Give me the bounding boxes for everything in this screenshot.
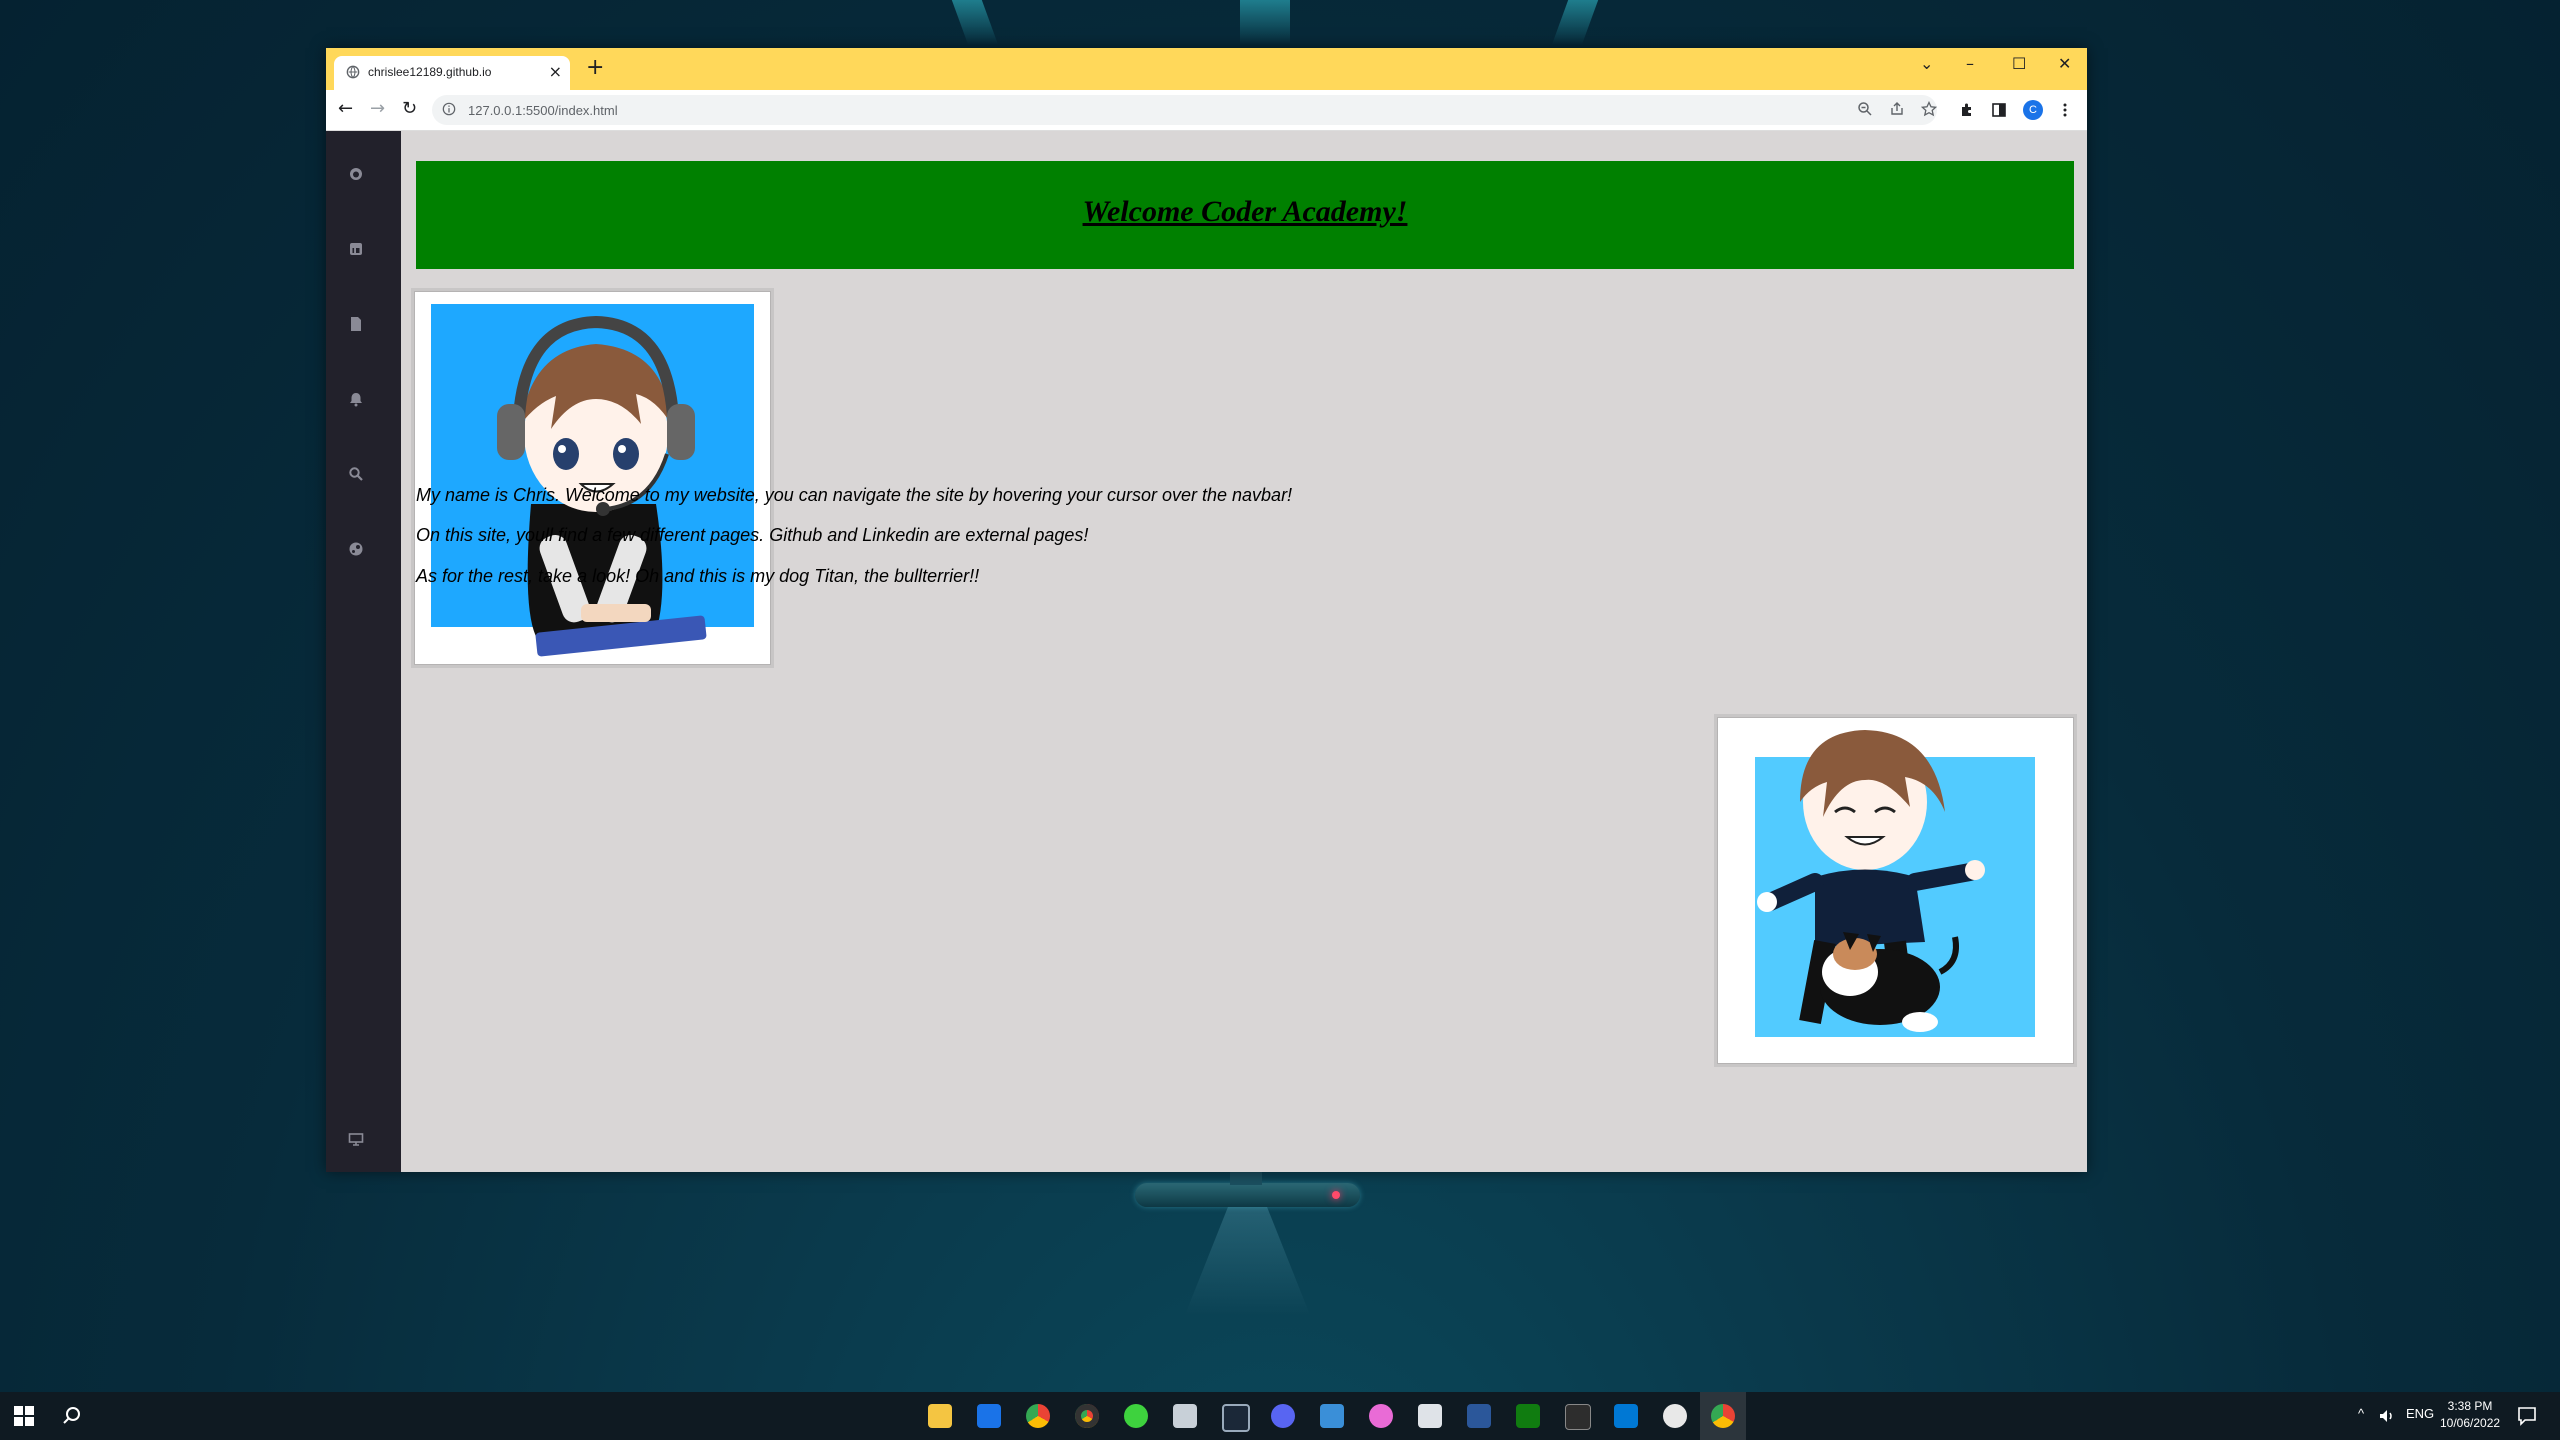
wallpaper-submarine-light [1185,1205,1310,1315]
url-text[interactable]: 127.0.0.1:5500/index.html [468,103,618,118]
tab-title: chrislee12189.github.io [368,65,492,79]
wallpaper-beam [951,0,999,45]
language-indicator[interactable]: ENG [2406,1406,2434,1421]
steam-taskbar-icon[interactable] [1222,1404,1250,1432]
pages-paragraph: On this site, youll find a few different… [416,525,1089,545]
intro-paragraph: My name is Chris. Welcome to my website,… [416,485,1293,505]
forward-button[interactable]: → [370,98,385,119]
mail-icon[interactable] [977,1404,1001,1428]
emoji-app-icon[interactable] [1663,1404,1687,1428]
xbox-app-icon[interactable] [1124,1404,1148,1428]
close-window-button[interactable]: ✕ [2058,54,2071,73]
extensions-icon[interactable] [1959,102,1975,118]
clock-time: 3:38 PM [2447,1399,2493,1413]
github-icon[interactable] [348,166,364,182]
info-icon[interactable] [442,102,456,116]
document-icon[interactable] [348,316,364,332]
bell-icon[interactable] [348,391,364,407]
wallpaper-beam [1551,0,1599,45]
vscode-icon[interactable] [1614,1404,1638,1428]
chrome-icon[interactable] [1026,1404,1050,1428]
word-icon[interactable] [1467,1404,1491,1428]
avatar-gamer-image [414,291,771,665]
search-icon[interactable] [348,466,364,482]
windows-start-icon[interactable] [14,1406,34,1426]
clock-date: 10/06/2022 [2440,1416,2501,1430]
browser-tab[interactable]: chrislee12189.github.io × [334,56,570,90]
system-clock[interactable]: 3:38 PM 10/06/2022 [2440,1398,2500,1432]
dog-paragraph: As for the rest, take a look! Oh and thi… [416,566,980,586]
welcome-banner: Welcome Coder Academy! [416,161,2074,269]
new-tab-button[interactable]: + [586,56,604,80]
cartoon-gamer-illustration [497,315,707,657]
volume-icon[interactable] [2378,1407,2396,1425]
taskbar-search-icon[interactable] [62,1406,82,1426]
reload-button[interactable]: ↻ [402,98,417,119]
wallpaper-beam [1240,0,1290,45]
globe-icon [346,65,360,79]
zoom-icon[interactable] [1857,101,1873,117]
browser-window: chrislee12189.github.io × + ⌄ – ☐ ✕ ← → … [326,48,2087,1172]
browser-titlebar: chrislee12189.github.io × + ⌄ – ☐ ✕ [326,48,2087,90]
tray-chevron-icon[interactable]: ^ [2358,1406,2364,1421]
maximize-button[interactable]: ☐ [2012,54,2026,73]
share-icon[interactable] [1889,101,1905,117]
monitor-icon[interactable] [348,1131,364,1147]
stack-icon[interactable] [1418,1404,1442,1428]
page-title: Welcome Coder Academy! [1082,195,1408,228]
minimize-button[interactable]: – [1966,54,1974,73]
bookmark-star-icon[interactable] [1921,101,1937,117]
itunes-icon[interactable] [1369,1404,1393,1428]
terminal-icon[interactable] [1565,1404,1591,1430]
xbox-icon[interactable] [1516,1404,1540,1428]
side-panel-icon[interactable] [1991,102,2007,118]
chrome-dev-icon[interactable] [1075,1404,1099,1428]
dog-titan-image [1717,717,2074,1064]
app-icon[interactable] [1320,1404,1344,1428]
menu-kebab-icon[interactable] [2057,102,2073,118]
chrome-active-icon[interactable] [1711,1404,1735,1428]
discord-icon[interactable] [1271,1404,1295,1428]
wallpaper-submarine [1135,1169,1360,1207]
linkedin-icon[interactable] [348,241,364,257]
windows-taskbar: ^ ENG 3:38 PM 10/06/2022 [0,1392,2560,1440]
browser-toolbar: ← → ↻ 127.0.0.1:5500/index.html C [326,90,2087,131]
notification-icon[interactable] [2516,1405,2538,1427]
address-bar[interactable]: 127.0.0.1:5500/index.html [432,95,1937,125]
tab-search-button[interactable]: ⌄ [1920,54,1933,73]
vpn-icon[interactable] [1173,1404,1197,1428]
tab-close-button[interactable]: × [549,62,562,81]
file-explorer-icon[interactable] [928,1404,952,1428]
steam-icon[interactable] [348,541,364,557]
page-viewport: Welcome Coder Academy! My name is Chris.… [326,131,2087,1172]
profile-avatar[interactable]: C [2023,100,2043,120]
cartoon-boy-with-dog-illustration [1757,730,1985,1032]
side-navbar[interactable] [326,131,401,1172]
back-button[interactable]: ← [338,98,353,119]
